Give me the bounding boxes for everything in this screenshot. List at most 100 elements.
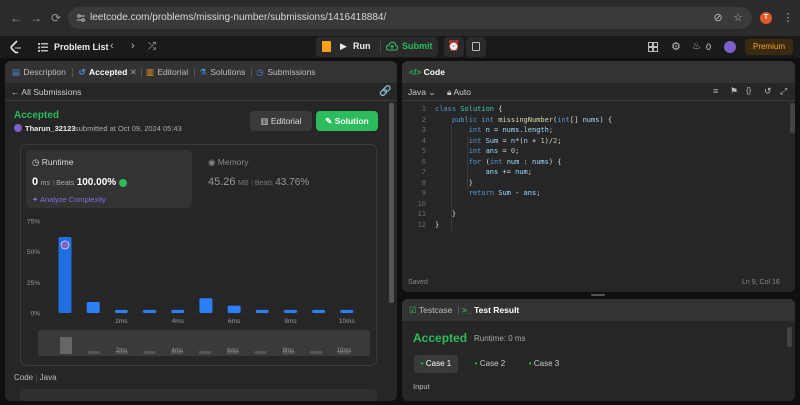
leetcode-logo-icon[interactable] — [10, 40, 22, 54]
analyze-complexity-link[interactable]: ✦ Analyze Complexity — [32, 195, 106, 204]
check-icon — [118, 178, 127, 187]
code-line[interactable]: 10 — [402, 199, 795, 210]
eye-off-icon[interactable]: ⊘ — [712, 12, 724, 24]
code-line[interactable]: 4 int Sum = n*(n + 1)/2; — [402, 136, 795, 147]
settings-gear-icon[interactable]: ⚙ — [671, 40, 681, 53]
run-button[interactable]: Run — [353, 41, 371, 51]
chart-bar[interactable] — [143, 309, 157, 313]
code-line[interactable]: 7 ans += num; — [402, 167, 795, 178]
code-editor-panel: </> Code Java ⌄ 🔒︎ Auto ≡ ⚑ {} ↺ ⤢ 1 clas… — [402, 61, 795, 292]
fullscreen-icon[interactable]: ⤢ — [780, 86, 787, 97]
tab-solutions[interactable]: ⚗ Solutions — [198, 67, 245, 78]
chart-bar[interactable] — [171, 309, 185, 313]
language-select[interactable]: Java ⌄ — [408, 87, 435, 98]
chart-bar[interactable] — [312, 309, 326, 313]
tab-accepted[interactable]: ↺ Accepted ✕ — [77, 67, 137, 78]
user-avatar[interactable] — [724, 41, 736, 53]
layout-grid-icon[interactable] — [648, 42, 658, 52]
x-tick-label: 2ms — [115, 318, 128, 325]
resize-handle[interactable] — [591, 294, 605, 296]
link-icon[interactable]: 🔗 — [379, 86, 391, 97]
forward-arrow-icon[interactable]: → — [30, 12, 42, 24]
prev-problem-icon[interactable]: ‹ — [110, 40, 114, 52]
shuffle-icon[interactable]: ⤮ — [148, 41, 156, 52]
code-line[interactable]: 8 } — [402, 178, 795, 189]
solution-button[interactable]: ✎ Solution — [316, 111, 378, 131]
debug-icon[interactable] — [322, 41, 331, 52]
chart-bar[interactable] — [86, 301, 100, 313]
bookmark-icon[interactable]: ⚑ — [730, 86, 738, 97]
tab-editorial[interactable]: ▥ Editorial — [145, 67, 188, 78]
streak-fire-icon[interactable]: ♨ — [692, 41, 701, 52]
submitter-name[interactable]: Tharun_32123 — [25, 124, 75, 133]
notes-icon[interactable] — [466, 37, 486, 57]
tab-testcase[interactable]: ☑ Testcase — [409, 305, 452, 316]
problem-list-link[interactable]: Problem List — [54, 42, 109, 52]
test-result-panel: ☑ Testcase >_ Test Result Accepted Runti… — [402, 299, 795, 401]
more-vert-icon[interactable]: ⋮ — [782, 12, 794, 24]
chart-bar[interactable] — [283, 309, 297, 313]
chart-bar[interactable] — [255, 309, 269, 313]
code-area[interactable]: 1 class Solution {2 public int missingNum… — [402, 104, 795, 234]
divider — [458, 306, 459, 315]
memory-label[interactable]: ◉ Memory — [208, 157, 249, 168]
result-status: Accepted — [413, 331, 468, 345]
code-line[interactable]: 12} — [402, 220, 795, 231]
star-icon[interactable]: ☆ — [732, 12, 744, 24]
case-3-button[interactable]: • Case 3 — [522, 355, 566, 373]
timer-icon[interactable]: ⏰ — [444, 37, 464, 57]
close-tab-icon[interactable]: ✕ — [130, 67, 137, 77]
cursor-position: Ln 9, Col 16 — [742, 279, 780, 286]
mini-x-tick-label: 2ms — [116, 348, 127, 354]
premium-button[interactable]: Premium — [745, 39, 793, 55]
chart-bar[interactable] — [114, 309, 128, 313]
reset-icon[interactable]: ↺ — [764, 86, 772, 97]
mini-bar — [60, 337, 72, 354]
chart-bar[interactable] — [227, 305, 241, 313]
mini-bar — [143, 351, 156, 354]
run-submit-group: ▶ Run Submit — [316, 37, 438, 57]
code-line[interactable]: 11 } — [402, 209, 795, 220]
divider — [5, 100, 397, 101]
next-problem-icon[interactable]: › — [131, 40, 135, 52]
mini-bar — [87, 351, 100, 354]
scrollbar[interactable] — [790, 103, 795, 133]
play-icon: ▶ — [340, 41, 347, 51]
code-line[interactable]: 1 class Solution { — [402, 104, 795, 115]
tab-description[interactable]: ▤ Description — [11, 67, 66, 78]
editorial-button[interactable]: ▥ Editorial — [250, 111, 312, 131]
memory-beats-label: Beats — [254, 180, 273, 187]
list-icon[interactable] — [38, 42, 48, 52]
reload-icon[interactable]: ⟳ — [50, 12, 62, 24]
chart-bar[interactable] — [340, 309, 354, 313]
divider — [141, 68, 142, 77]
tab-code[interactable]: </> Code — [409, 67, 445, 77]
mini-bar — [199, 351, 211, 354]
points-count: 0 — [706, 42, 712, 52]
case-1-button[interactable]: • Case 1 — [414, 355, 458, 373]
code-line[interactable]: 5 int ans = 0; — [402, 146, 795, 157]
address-bar[interactable]: leetcode.com/problems/missing-number/sub… — [68, 7, 752, 29]
mini-bar — [254, 351, 267, 354]
back-arrow-icon[interactable]: ← — [10, 12, 22, 24]
scrollbar[interactable] — [787, 327, 792, 347]
code-line[interactable]: 2 public int missingNumber(int[] nums) { — [402, 115, 795, 126]
code-line[interactable]: 3 int n = nums.length; — [402, 125, 795, 136]
braces-icon[interactable]: {} — [746, 86, 751, 95]
site-settings-icon[interactable] — [76, 13, 86, 23]
tab-test-result[interactable]: >_ Test Result — [462, 305, 519, 315]
auto-mode-toggle[interactable]: 🔒︎ Auto — [447, 87, 471, 98]
chart-bar[interactable] — [199, 298, 213, 313]
scrollbar[interactable] — [389, 103, 394, 303]
runtime-card[interactable]: ◷ Runtime 0 ms | Beats 100.00% ✦ Analyze… — [26, 150, 192, 208]
submit-button[interactable]: Submit — [402, 41, 433, 51]
result-runtime: Runtime: 0 ms — [474, 334, 526, 343]
code-line[interactable]: 6 for (int num : nums) { — [402, 157, 795, 168]
code-line[interactable]: 9 return Sum - ans; — [402, 188, 795, 199]
tab-submissions[interactable]: ◷ Submissions — [255, 67, 315, 78]
y-tick-label: 0% — [31, 311, 41, 318]
format-icon[interactable]: ≡ — [713, 86, 718, 96]
all-submissions-link[interactable]: ← All Submissions — [11, 87, 81, 97]
profile-avatar[interactable]: T — [760, 12, 772, 24]
case-2-button[interactable]: • Case 2 — [468, 355, 512, 373]
